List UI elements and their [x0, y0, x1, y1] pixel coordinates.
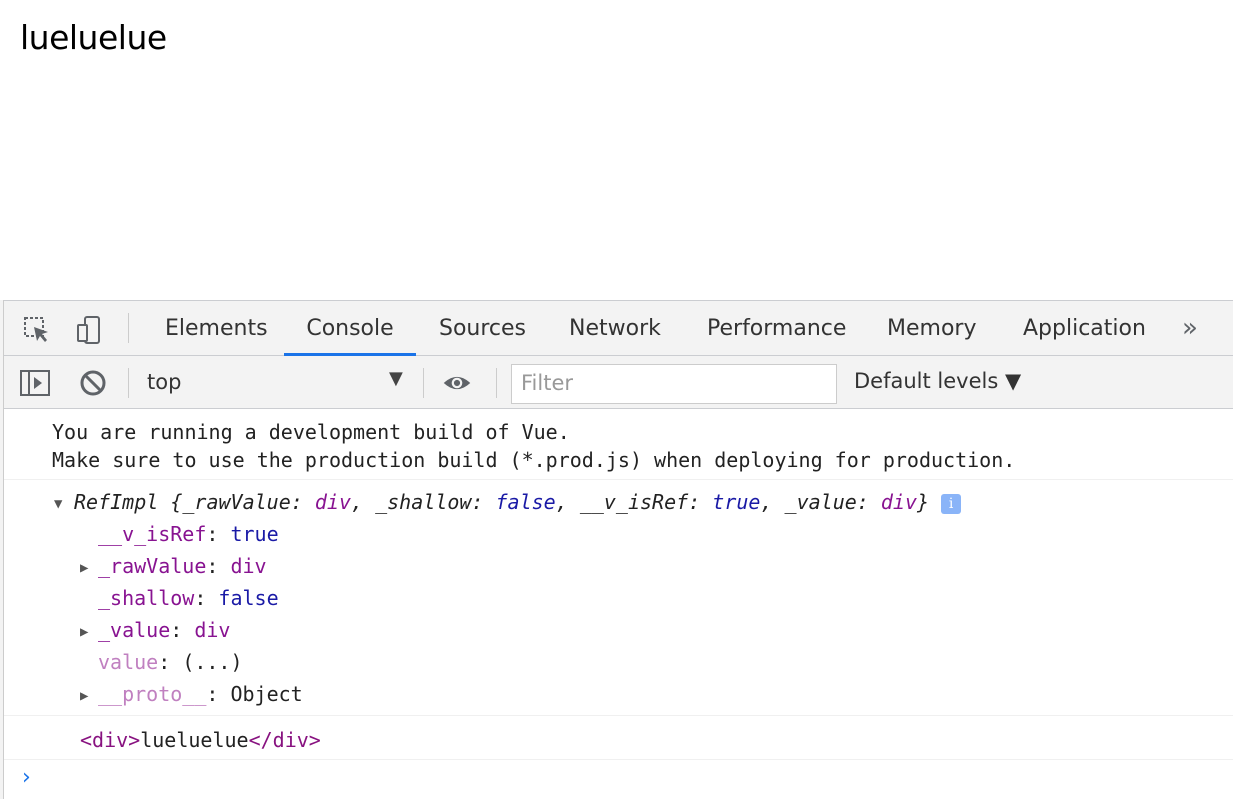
info-icon[interactable]: i — [941, 493, 962, 514]
console-prompt-icon[interactable]: › — [22, 765, 31, 790]
refimpl-class: RefImpl — [74, 490, 159, 514]
tab-network[interactable]: Network — [569, 301, 661, 356]
show-sidebar-icon[interactable] — [20, 368, 50, 398]
collapsed-triangle-icon[interactable]: ▶ — [80, 560, 88, 576]
device-toolbar-icon[interactable] — [74, 315, 104, 345]
console-toolbar: top ▼ Filter Default levels ▼ — [4, 356, 1233, 409]
tab-elements[interactable]: Elements — [165, 301, 268, 356]
vue-warning-line2: Make sure to use the production build (*… — [52, 448, 1016, 472]
tab-sources[interactable]: Sources — [439, 301, 526, 356]
prop-row[interactable]: _value: div — [98, 618, 230, 642]
collapsed-triangle-icon[interactable]: ▶ — [80, 624, 88, 640]
tab-console[interactable]: Console — [284, 301, 416, 356]
separator — [128, 313, 129, 343]
separator — [496, 368, 497, 398]
prop-row: __v_isRef: true — [98, 522, 279, 546]
prop-row[interactable]: __proto__: Object — [98, 682, 303, 706]
page-text: lueluelue — [20, 18, 167, 57]
console-message-refimpl: ▼ RefImpl {_rawValue: div, _shallow: fal… — [4, 480, 1233, 716]
separator — [128, 368, 129, 398]
tab-memory[interactable]: Memory — [887, 301, 976, 356]
chevron-down-icon[interactable]: ▼ — [389, 368, 403, 389]
console-output: You are running a development build of V… — [4, 410, 1233, 799]
refimpl-summary[interactable]: RefImpl {_rawValue: div, _shallow: false… — [74, 490, 962, 514]
collapsed-triangle-icon[interactable]: ▶ — [80, 688, 88, 704]
prop-row[interactable]: _rawValue: div — [98, 554, 267, 578]
prop-row: _shallow: false — [98, 586, 279, 610]
devtools-tabbar: Elements Console Sources Network Perform… — [4, 300, 1233, 356]
prop-row[interactable]: value: (...) — [98, 650, 243, 674]
eye-icon[interactable] — [442, 368, 472, 398]
console-message-element: <div>lueluelue</div> — [4, 716, 1233, 760]
devtools-panel: Elements Console Sources Network Perform… — [3, 300, 1233, 799]
separator — [423, 368, 424, 398]
expanded-triangle-icon[interactable]: ▼ — [54, 496, 62, 512]
console-message: You are running a development build of V… — [4, 410, 1233, 480]
filter-input[interactable]: Filter — [511, 364, 837, 404]
context-selector[interactable]: top — [147, 370, 181, 394]
page-viewport: lueluelue — [0, 0, 1233, 300]
more-tabs-icon[interactable]: » — [1182, 313, 1198, 343]
clear-console-icon[interactable] — [78, 368, 108, 398]
tab-performance[interactable]: Performance — [707, 301, 846, 356]
vue-warning-line1: You are running a development build of V… — [52, 420, 570, 444]
log-levels-dropdown[interactable]: Default levels ▼ — [854, 369, 1021, 393]
inspect-element-icon[interactable] — [22, 315, 52, 345]
element-log[interactable]: <div>lueluelue</div> — [80, 728, 321, 752]
tab-application[interactable]: Application — [1023, 301, 1146, 356]
